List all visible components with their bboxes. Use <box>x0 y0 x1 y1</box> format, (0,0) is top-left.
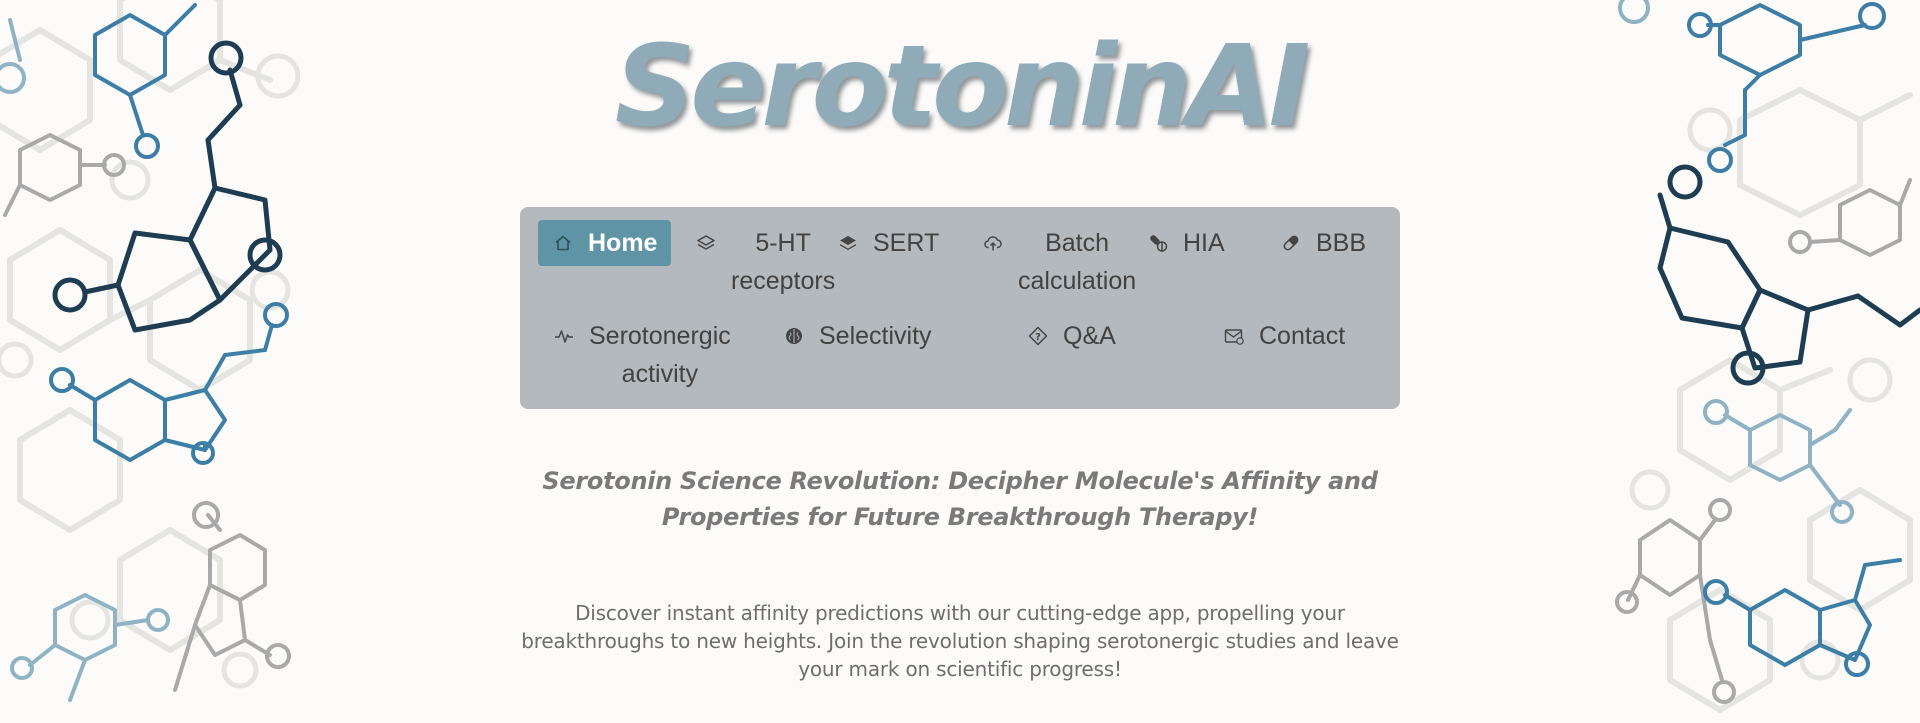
home-icon <box>552 224 574 262</box>
nav-item-label: Selectivity <box>819 322 932 350</box>
nav-item-label: Q&A <box>1063 322 1116 350</box>
nav-item-batch-calculation[interactable]: Batch calculation <box>982 224 1136 300</box>
nav-item-serotonergic-activity[interactable]: Serotonergic activity <box>553 317 731 393</box>
pill-icon <box>1280 224 1302 262</box>
nav-item-label: Contact <box>1259 322 1346 350</box>
app-title: SerotoninAI <box>614 22 1311 152</box>
nav-item-contact[interactable]: Contact <box>1223 317 1345 355</box>
nav-item-hia[interactable]: HIA <box>1147 224 1225 262</box>
brain-icon <box>783 317 805 355</box>
nav-item-label: HIA <box>1183 229 1225 257</box>
nav-item-qa[interactable]: ? Q&A <box>1027 317 1116 355</box>
nav-item-label: 5-HT receptors <box>731 229 836 295</box>
svg-text:?: ? <box>1035 332 1041 343</box>
cloud-upload-icon <box>982 224 1004 262</box>
hero-intro-text: Discover instant affinity predictions wi… <box>521 601 1399 681</box>
nav-item-label: Batch calculation <box>1018 229 1137 295</box>
capsule-pills-icon <box>1147 224 1169 262</box>
nav-item-label: BBB <box>1316 229 1367 257</box>
stack-icon <box>837 224 859 262</box>
nav-item-sert[interactable]: SERT <box>837 224 939 262</box>
nav-item-home[interactable]: Home <box>538 220 672 266</box>
nav-item-bbb[interactable]: BBB <box>1280 224 1366 262</box>
main-navigation: Home 5-HT receptors SERT Batch calculati… <box>520 207 1400 409</box>
question-diamond-icon: ? <box>1027 317 1049 355</box>
mail-icon <box>1223 317 1245 355</box>
nav-item-selectivity[interactable]: Selectivity <box>783 317 932 355</box>
hero-tagline: Serotonin Science Revolution: Decipher M… <box>542 467 1378 531</box>
activity-icon <box>553 317 575 355</box>
nav-item-label: SERT <box>873 229 940 257</box>
layers-icon <box>695 224 717 262</box>
nav-item-label: Home <box>588 229 658 257</box>
nav-item-5ht-receptors[interactable]: 5-HT receptors <box>695 224 835 300</box>
nav-item-label: Serotonergic activity <box>589 322 731 388</box>
